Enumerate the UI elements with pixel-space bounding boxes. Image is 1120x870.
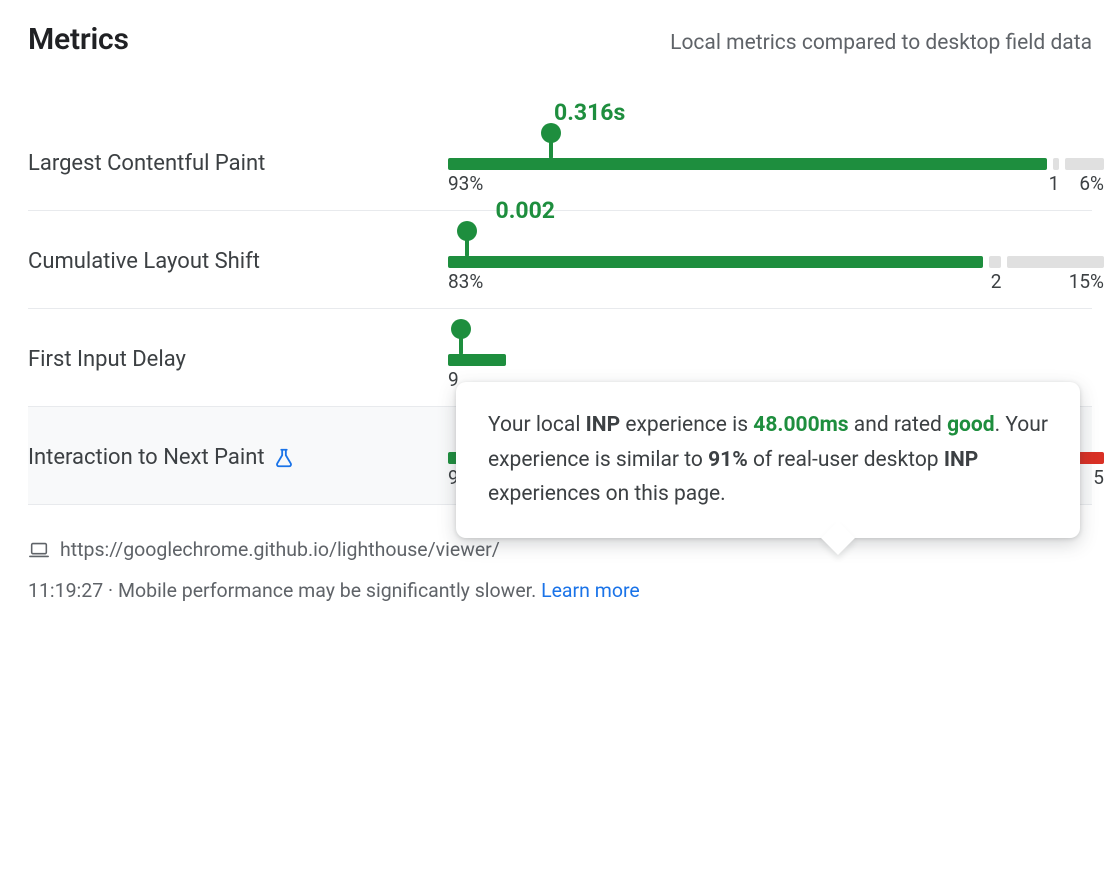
metrics-header: Metrics Local metrics compared to deskto…	[28, 22, 1092, 57]
learn-more-link[interactable]: Learn more	[541, 579, 640, 602]
metric-row[interactable]: Cumulative Layout Shift83%215%0.002	[28, 211, 1092, 309]
dist-segment-na: 6%	[1065, 158, 1104, 170]
tooltip-text: Your local	[488, 413, 586, 437]
local-value-marker	[457, 221, 477, 257]
dist-segment-good: 9	[448, 354, 506, 366]
tooltip-value: 48.000ms	[753, 413, 848, 437]
tooltip-abbr: INP	[586, 413, 621, 437]
dist-segment-good: 93%	[448, 158, 1047, 170]
metric-distribution: 83%215%0.002	[448, 256, 1092, 268]
flask-icon	[273, 447, 295, 469]
dist-segment-label: 83%	[448, 270, 483, 293]
page-subtitle: Local metrics compared to desktop field …	[670, 31, 1092, 55]
dist-segment-label: 93%	[448, 172, 483, 195]
metric-name: Interaction to Next Paint	[28, 445, 448, 470]
local-value-marker	[451, 319, 471, 355]
performance-note: Mobile performance may be significantly …	[118, 579, 541, 602]
metric-name: Cumulative Layout Shift	[28, 249, 448, 274]
metric-tooltip: Your local INP experience is 48.000ms an…	[456, 382, 1080, 538]
tooltip-rating: good	[947, 413, 995, 437]
dist-segment-label: 15%	[1069, 270, 1104, 293]
metric-distribution: 9	[448, 354, 1092, 366]
metric-name: First Input Delay	[28, 347, 448, 372]
tooltip-abbr: INP	[944, 448, 979, 472]
dist-segment-na: 2	[989, 256, 1002, 268]
dist-segment-na: 1	[1053, 158, 1059, 170]
metric-row[interactable]: Largest Contentful Paint93%16%0.316s	[28, 113, 1092, 211]
dist-segment-label: 1	[1049, 172, 1060, 195]
dist-segment-label: 6%	[1079, 172, 1104, 195]
tooltip-percent: 91%	[708, 448, 748, 472]
timestamp: 11:19:27	[28, 579, 103, 602]
metric-name: Largest Contentful Paint	[28, 151, 448, 176]
dist-segment-na: 15%	[1007, 256, 1104, 268]
dist-segment-label: 5	[1093, 466, 1104, 489]
local-value-label: 0.002	[496, 197, 555, 224]
local-value-marker	[541, 123, 561, 159]
dist-segment-good: 83%	[448, 256, 983, 268]
laptop-icon	[28, 539, 50, 561]
metric-distribution: 93%16%0.316s	[448, 158, 1092, 170]
page-url: https://googlechrome.github.io/lighthous…	[60, 531, 500, 568]
local-value-label: 0.316s	[554, 99, 625, 126]
dist-segment-label: 2	[991, 270, 1002, 293]
page-title: Metrics	[28, 22, 129, 57]
